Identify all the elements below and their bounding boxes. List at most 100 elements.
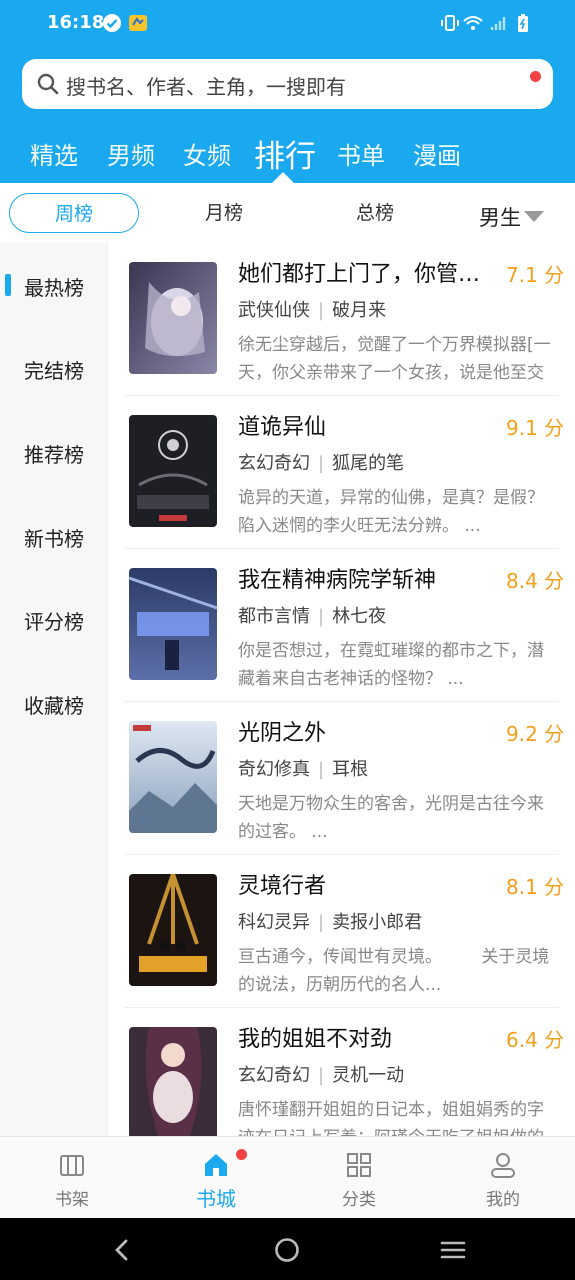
- app-notification-icon: [129, 15, 147, 31]
- book-item[interactable]: 她们都打上门了，你管这叫模拟器？ 7.1 分 武侠仙侠 | 破月来 徐无尘穿越后，觉…: [108, 243, 575, 396]
- search-icon: [37, 73, 59, 95]
- book-description: 亘古通今，传闻世有灵境。 关于灵境的说法，历朝历代的名人...: [238, 947, 550, 995]
- menu-icon[interactable]: [440, 1237, 466, 1263]
- bookshelf-icon: [60, 1155, 84, 1176]
- book-item[interactable]: 我的姐姐不对劲 6.4 分 玄幻奇幻 | 灵机一动 唐怀瑾翻开姐姐的日记本，姐姐娟秀…: [108, 1008, 575, 1136]
- nav-bookshelf[interactable]: 书架: [22, 1137, 122, 1219]
- nav-bookstore[interactable]: 书城: [166, 1137, 266, 1219]
- status-time: 16:18: [47, 12, 105, 33]
- book-score: 9.2 分: [506, 722, 565, 746]
- book-description: 天地是万物众生的客舍，光阴是古往今来的过客。 ...: [238, 794, 544, 842]
- book-meta: 奇幻修真 | 耳根: [238, 755, 368, 781]
- book-genre: 武侠仙侠: [238, 300, 310, 321]
- system-nav-bar: [0, 1218, 575, 1280]
- book-item[interactable]: 光阴之外 9.2 分 奇幻修真 | 耳根 天地是万物众生的客舍，光阴是古往今来的过客…: [108, 702, 575, 855]
- book-score: 7.1 分: [506, 263, 565, 287]
- book-meta: 玄幻奇幻 | 狐尾的笔: [238, 449, 404, 475]
- profile-icon: [491, 1153, 515, 1178]
- book-meta: 科幻灵异 | 卖报小郎君: [238, 908, 422, 934]
- book-cover[interactable]: [129, 262, 217, 374]
- tab-booklist[interactable]: 书单: [337, 136, 385, 171]
- book-item[interactable]: 我在精神病院学斩神 8.4 分 都市言情 | 林七夜 你是否想过，在霓虹璀璨的都市之…: [108, 549, 575, 702]
- notification-dot: [236, 1149, 247, 1160]
- book-meta: 武侠仙侠 | 破月来: [238, 296, 386, 322]
- book-author: 卖报小郎君: [332, 912, 423, 933]
- check-circle-icon: [103, 14, 121, 32]
- nav-label: 我的: [486, 1190, 520, 1210]
- book-author: 耳根: [332, 759, 369, 780]
- sidebar-item-label: 完结榜: [24, 359, 84, 383]
- meta-separator: |: [318, 300, 325, 321]
- wifi-icon: [463, 16, 483, 30]
- book-score: 6.4 分: [506, 1028, 565, 1052]
- home-icon: [205, 1154, 227, 1176]
- book-list: 她们都打上门了，你管这叫模拟器？ 7.1 分 武侠仙侠 | 破月来 徐无尘穿越后，觉…: [108, 243, 575, 1136]
- search-placeholder: 搜书名、作者、主角，一搜即有: [66, 75, 346, 99]
- nav-label: 书城: [196, 1187, 236, 1211]
- period-weekly[interactable]: 周榜: [9, 193, 139, 233]
- meta-separator: |: [318, 912, 325, 933]
- book-title: 道诡异仙: [238, 415, 327, 440]
- tab-comics[interactable]: 漫画: [413, 136, 461, 171]
- nav-label: 分类: [342, 1190, 376, 1210]
- book-genre: 玄幻奇幻: [238, 1065, 310, 1086]
- app-header: 16:18 搜书名、作者、主角，一搜即有 精选 男频 女频 排行 书单 漫画: [0, 0, 575, 183]
- book-score: 8.4 分: [506, 569, 565, 593]
- tab-male[interactable]: 男频: [107, 136, 155, 171]
- book-description: 徐无尘穿越后，觉醒了一个万界模拟器[一天，你父亲带来了一个女孩，说是他至交好友的…: [238, 335, 551, 383]
- book-author: 破月来: [332, 300, 387, 321]
- meta-separator: |: [318, 1065, 325, 1086]
- nav-profile[interactable]: 我的: [453, 1137, 553, 1219]
- book-cover[interactable]: [129, 721, 217, 833]
- book-genre: 玄幻奇幻: [238, 453, 310, 474]
- notification-dot: [530, 71, 541, 82]
- book-cover[interactable]: [129, 568, 217, 680]
- book-score: 8.1 分: [506, 875, 565, 899]
- book-author: 狐尾的笔: [332, 453, 405, 474]
- book-meta: 都市言情 | 林七夜: [238, 602, 386, 628]
- book-cover[interactable]: [129, 415, 217, 527]
- book-description: 你是否想过，在霓虹璀璨的都市之下，潜藏着来自古老神话的怪物？ ...: [238, 641, 544, 689]
- book-author: 灵机一动: [332, 1065, 405, 1086]
- book-item[interactable]: 灵境行者 8.1 分 科幻灵异 | 卖报小郎君 亘古通今，传闻世有灵境。 关于灵境的…: [108, 855, 575, 1008]
- sidebar-item-label: 评分榜: [24, 610, 84, 634]
- meta-separator: |: [318, 759, 325, 780]
- home-circle-icon[interactable]: [274, 1237, 300, 1263]
- book-score: 9.1 分: [506, 416, 565, 440]
- dropdown-caret-icon[interactable]: [524, 211, 544, 222]
- nav-label: 书架: [55, 1190, 89, 1210]
- search-bar[interactable]: 搜书名、作者、主角，一搜即有: [22, 59, 553, 109]
- book-title: 我的姐姐不对劲: [238, 1027, 393, 1052]
- nav-category[interactable]: 分类: [309, 1137, 409, 1219]
- back-icon[interactable]: [109, 1237, 135, 1263]
- book-cover[interactable]: [129, 874, 217, 986]
- bottom-nav: 书架 书城 分类 我的: [0, 1136, 575, 1218]
- book-cover[interactable]: [129, 1027, 217, 1136]
- battery-icon: [518, 14, 528, 32]
- book-description: 诡异的天道，异常的仙佛，是真？是假？陷入迷惘的李火旺无法分辨。 ...: [238, 488, 544, 536]
- category-icon: [347, 1153, 371, 1177]
- tab-ranking[interactable]: 排行: [254, 131, 316, 176]
- period-monthly[interactable]: 月榜: [159, 193, 289, 233]
- gender-select[interactable]: 男生: [479, 202, 521, 232]
- book-genre: 奇幻修真: [238, 759, 310, 780]
- book-item[interactable]: 道诡异仙 9.1 分 玄幻奇幻 | 狐尾的笔 诡异的天道，异常的仙佛，是真？是假？陷…: [108, 396, 575, 549]
- active-tab-indicator: [272, 172, 294, 183]
- active-indicator: [5, 274, 11, 296]
- sidebar-item-label: 推荐榜: [24, 443, 84, 467]
- ranking-sidebar: 最热榜 完结榜 推荐榜 新书榜 评分榜 收藏榜: [0, 243, 108, 1136]
- tab-female[interactable]: 女频: [183, 136, 231, 171]
- vibrate-icon: [441, 15, 459, 31]
- book-genre: 都市言情: [238, 606, 310, 627]
- book-description: 唐怀瑾翻开姐姐的日记本，姐姐娟秀的字迹在日记上写着：阿瑾今天吃了姐姐做的饭: [238, 1100, 544, 1136]
- book-title: 灵境行者: [238, 874, 327, 899]
- period-total[interactable]: 总榜: [310, 193, 440, 233]
- meta-separator: |: [318, 453, 325, 474]
- sidebar-item-label: 新书榜: [24, 527, 84, 551]
- signal-icon: [490, 17, 506, 30]
- status-bar: 16:18: [0, 0, 575, 48]
- book-title: 我在精神病院学斩神: [238, 568, 437, 593]
- tab-featured[interactable]: 精选: [30, 136, 78, 171]
- period-selector: 周榜 月榜 总榜 男生: [0, 183, 575, 243]
- book-meta: 玄幻奇幻 | 灵机一动: [238, 1061, 404, 1087]
